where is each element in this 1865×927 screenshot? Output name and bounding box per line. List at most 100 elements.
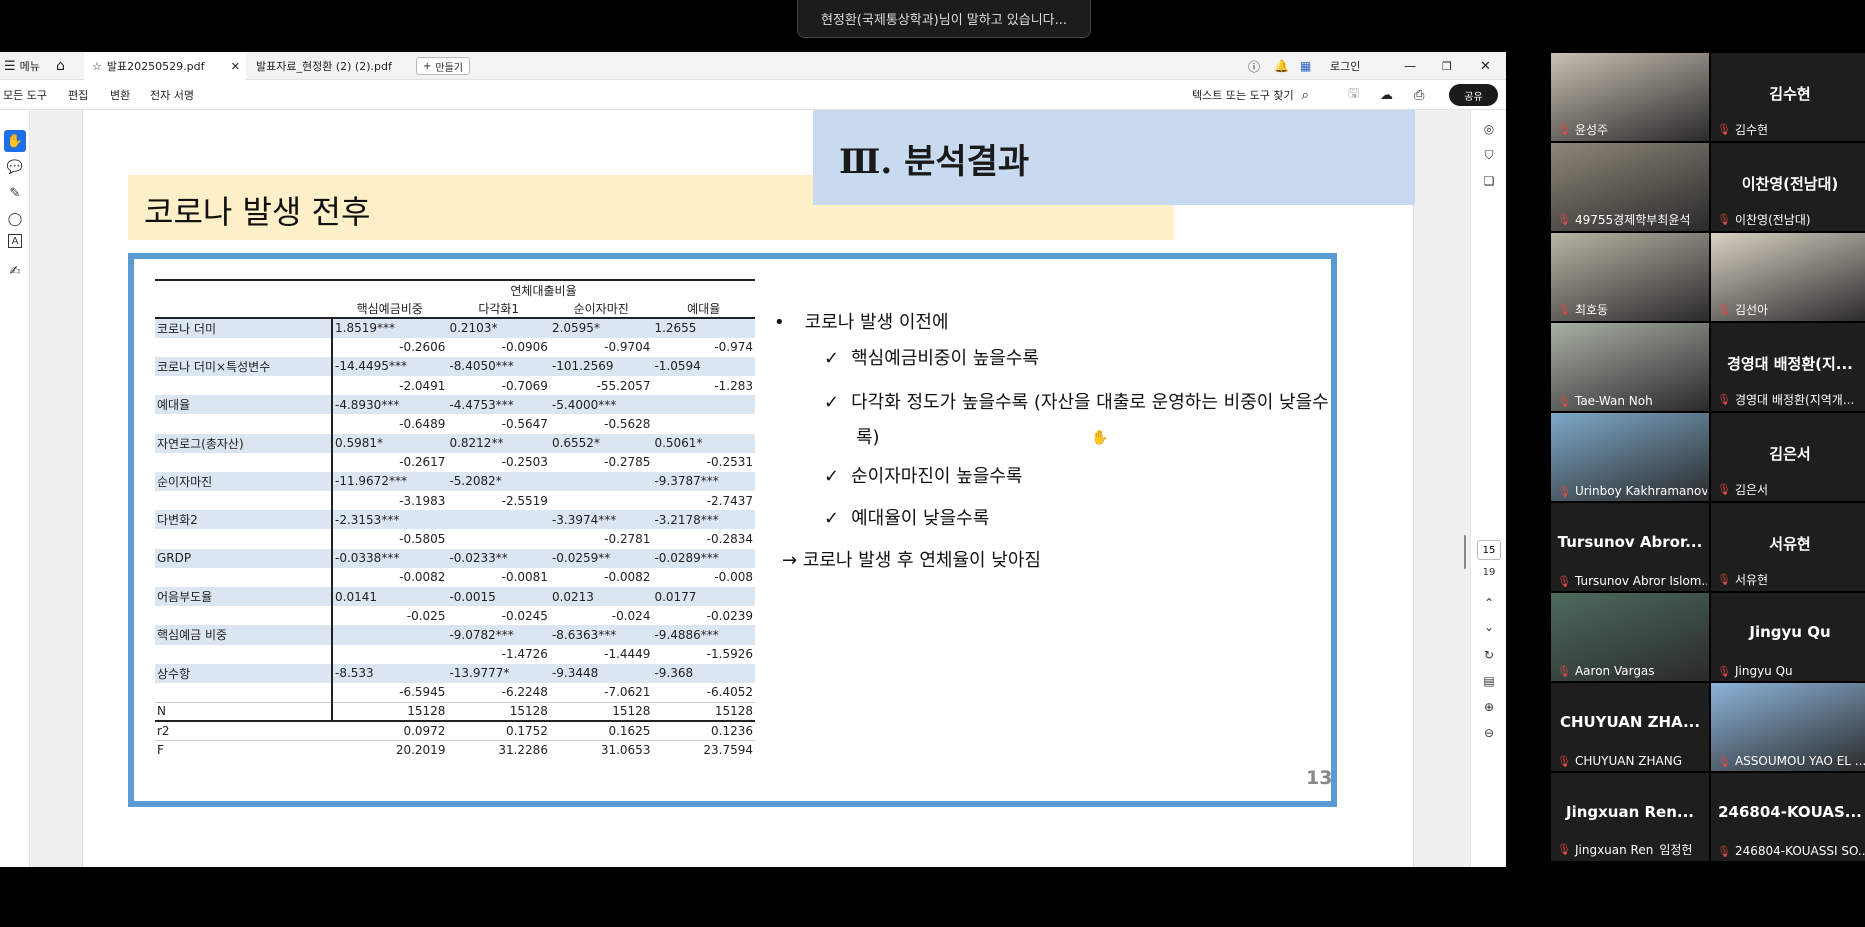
check-item: ✓ 핵심예금비중이 높을수록 xyxy=(824,345,1039,374)
chevron-up-icon[interactable]: ⌃ xyxy=(1478,592,1500,614)
participant-name: 🎙 최호동 xyxy=(1557,301,1608,318)
participant-tile[interactable]: 이찬영(전남대) 🎙 이찬영(전남대) xyxy=(1711,143,1865,231)
table-coef-cell: 1.8519*** xyxy=(332,317,448,338)
mic-muted-icon: 🎙 xyxy=(1557,574,1571,588)
menu-edit[interactable]: 편집 xyxy=(68,80,88,110)
text-box-icon[interactable]: A xyxy=(8,234,22,248)
hand-tool-icon[interactable]: ✋ xyxy=(4,130,26,152)
table-coef-cell: -0.0233** xyxy=(447,548,550,568)
table-stat-row: N 15128 15128 15128 15128 xyxy=(155,701,755,722)
participant-tile[interactable]: 🎙 윤성주 xyxy=(1551,53,1709,141)
participant-tile[interactable]: 김수현 🎙 김수현 xyxy=(1711,53,1865,141)
current-page-field[interactable]: 15 xyxy=(1477,540,1501,560)
participant-tile[interactable]: 🎙 Tae-Wan Noh xyxy=(1551,323,1709,411)
share-button[interactable]: 공유 xyxy=(1449,84,1498,106)
signature-icon[interactable]: ✍ xyxy=(4,260,26,282)
document-viewport[interactable]: 코로나 발생 전후 Ⅲ. 분석결과 연체대출비율 핵심예금비중 다각화1 순이자마진 예… xyxy=(30,110,1470,867)
table-se-cell: -0.0245 xyxy=(501,608,548,623)
tab-document-2[interactable]: 발표자료_현정환 (2) (2).pdf xyxy=(248,52,400,80)
participant-name-text: Tursunov Abror Islom... xyxy=(1574,574,1707,588)
minimize-icon[interactable]: — xyxy=(1404,52,1416,80)
participant-tile[interactable]: 🎙 ASSOUMOU YAO EL ... xyxy=(1711,683,1865,771)
table-coef-cell: -1.0594 xyxy=(652,356,755,376)
pen-icon[interactable]: ✎ xyxy=(4,182,26,204)
participant-tile[interactable]: 🎙 Urinboy Kakhramanov xyxy=(1551,413,1709,501)
table-se-cell: -0.6489 xyxy=(399,416,446,431)
participant-tile[interactable]: Tursunov Abror... 🎙 Tursunov Abror Islom..… xyxy=(1551,503,1709,591)
bookmark-icon[interactable]: ⛉ xyxy=(1478,144,1500,166)
table-row-label: GRDP xyxy=(155,548,333,568)
table-se-cell: -0.974 xyxy=(714,340,753,355)
participant-tile[interactable]: 🎙 최호동 xyxy=(1551,233,1709,321)
participant-name: 🎙 이찬영(전남대) xyxy=(1717,211,1811,228)
new-tab-button[interactable]: + 만들기 xyxy=(416,57,470,75)
table-se-cell: -0.0081 xyxy=(501,570,548,585)
lasso-icon[interactable]: ◯ xyxy=(4,208,26,230)
print-icon[interactable]: ⎙ xyxy=(1414,80,1424,110)
close-window-icon[interactable]: ✕ xyxy=(1480,52,1491,80)
participant-tile[interactable]: Jingxuan Ren... 🎙 Jingxuan Ren 임정헌 xyxy=(1551,773,1709,861)
table-se-cell: -0.2503 xyxy=(501,455,548,470)
table-coef-cell: -0.0289*** xyxy=(652,548,755,568)
comment-icon[interactable]: 💬 xyxy=(4,156,26,178)
tool-search[interactable]: 텍스트 또는 도구 찾기 ⌕ xyxy=(1192,80,1309,110)
table-row: 어음부도율 0.0141 -0.0015 0.0213 0.0177 xyxy=(155,587,755,607)
mic-muted-icon: 🎙 xyxy=(1557,484,1571,498)
participant-tile[interactable]: Jingyu Qu 🎙 Jingyu Qu xyxy=(1711,593,1865,681)
participant-name: 🎙 Tae-Wan Noh xyxy=(1557,394,1653,408)
table-row-label xyxy=(155,529,333,549)
menu-button[interactable]: ☰ 메뉴 xyxy=(4,52,40,80)
comment-panel-icon[interactable]: ◎ xyxy=(1478,118,1500,140)
total-pages: 19 xyxy=(1482,567,1496,578)
tab-label: 발표20250529.pdf xyxy=(106,60,205,73)
tab-label: 발표자료_현정환 (2) (2).pdf xyxy=(256,60,392,73)
rotate-icon[interactable]: ↻ xyxy=(1478,644,1500,666)
help-icon[interactable]: ⓘ xyxy=(1248,52,1260,80)
participant-tile[interactable]: 경영대 배정환(지... 🎙 경영대 배정환(지역개... xyxy=(1711,323,1865,411)
participant-tile[interactable]: 김은서 🎙 김은서 xyxy=(1711,413,1865,501)
table-coef-cell: -0.0015 xyxy=(447,587,550,607)
table-coef-cell: -9.4886*** xyxy=(652,625,755,645)
participant-tile[interactable]: 246804-KOUAS... 🎙 246804-KOUASSI SO... xyxy=(1711,773,1865,861)
participant-tile[interactable]: 🎙 Aaron Vargas xyxy=(1551,593,1709,681)
check-item: ✓ 예대율이 낮을수록 xyxy=(824,505,989,534)
table-row: -0.2606 -0.0906 -0.9704 -0.974 xyxy=(155,337,755,357)
participant-display-name: Jingyu Qu xyxy=(1749,623,1831,641)
close-tab-icon[interactable]: ✕ xyxy=(231,60,240,73)
table-group-header: 연체대출비율 xyxy=(332,278,755,300)
participant-name-text: CHUYUAN ZHANG xyxy=(1574,754,1682,768)
home-icon[interactable]: ⌂ xyxy=(56,52,65,80)
participant-tile[interactable]: 🎙 김선아 xyxy=(1711,233,1865,321)
cloud-upload-icon[interactable]: ☁ xyxy=(1380,80,1393,110)
menu-convert[interactable]: 변환 xyxy=(110,80,130,110)
table-stat-cell: 31.2286 xyxy=(447,739,550,760)
left-tool-rail: ✋ 💬 ✎ ◯ A ✍ xyxy=(0,110,30,867)
tab-document-1[interactable]: ☆ 발표20250529.pdf ✕ xyxy=(84,52,246,80)
menu-e-sign[interactable]: 전자 서명 xyxy=(150,80,194,110)
participant-tile[interactable]: 🎙 49755경제학부최윤석 xyxy=(1551,143,1709,231)
participant-name-text: 김수현 xyxy=(1734,123,1769,137)
zoom-in-icon[interactable]: ⊕ xyxy=(1478,696,1500,718)
participant-name-text: Aaron Vargas xyxy=(1574,664,1655,678)
participant-tile[interactable]: 서유현 🎙 서유현 xyxy=(1711,503,1865,591)
star-icon[interactable]: ☆ xyxy=(92,60,102,73)
zoom-out-icon[interactable]: ⊖ xyxy=(1478,722,1500,744)
save-icon[interactable]: 🖫 xyxy=(1348,80,1359,110)
participant-tile[interactable]: CHUYUAN ZHA... 🎙 CHUYUAN ZHANG xyxy=(1551,683,1709,771)
participant-name: 🎙 김선아 xyxy=(1717,301,1768,318)
menu-all-tools[interactable]: 모든 도구 xyxy=(3,80,47,110)
maximize-icon[interactable]: ❐ xyxy=(1442,52,1452,80)
participant-name: 🎙 Urinboy Kakhramanov xyxy=(1557,484,1707,498)
chevron-down-icon[interactable]: ⌄ xyxy=(1478,616,1500,638)
login-button[interactable]: 로그인 xyxy=(1330,52,1360,80)
check-item-text: 핵심예금비중이 높을수록 xyxy=(851,348,1039,369)
table-coef-cell: 0.5981* xyxy=(332,433,448,453)
apps-icon[interactable]: ▦ xyxy=(1300,52,1311,80)
pages-icon[interactable]: ❏ xyxy=(1478,170,1500,192)
scrollbar-thumb[interactable] xyxy=(1464,535,1466,569)
right-tool-rail: ◎ ⛉ ❏ 15 19 ⌃ ⌄ ↻ ▤ ⊕ ⊖ xyxy=(1464,110,1506,867)
page-fit-icon[interactable]: ▤ xyxy=(1478,670,1500,692)
participant-name-text: 49755경제학부최윤석 xyxy=(1574,213,1691,227)
participant-name: 🎙 김수현 xyxy=(1717,121,1768,138)
bell-icon[interactable]: 🔔 xyxy=(1274,52,1289,80)
